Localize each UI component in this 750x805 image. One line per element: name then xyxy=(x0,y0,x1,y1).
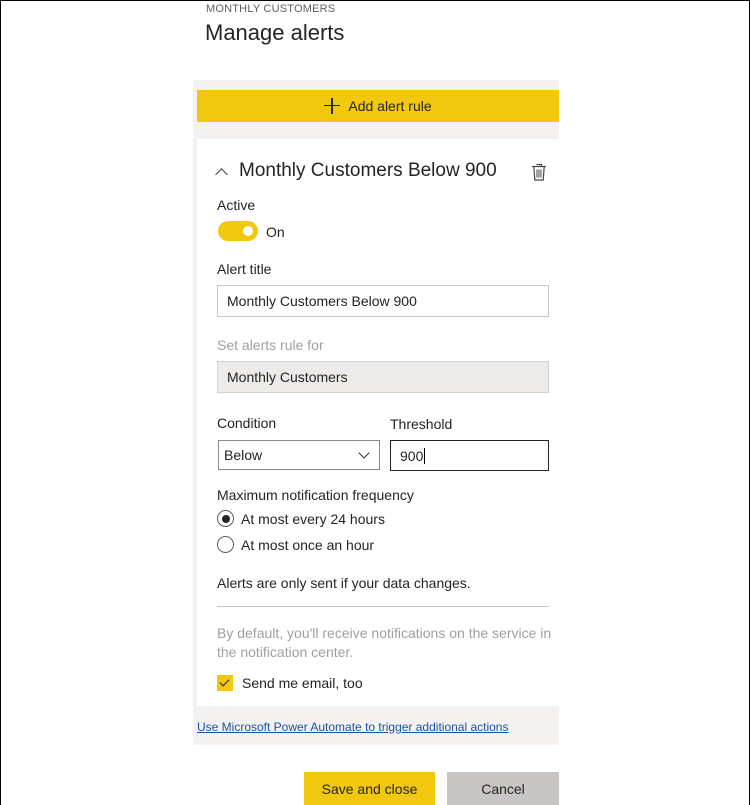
save-and-close-button[interactable]: Save and close xyxy=(304,772,435,805)
toggle-knob xyxy=(243,226,253,236)
alert-title-input[interactable]: Monthly Customers Below 900 xyxy=(217,285,549,317)
data-change-note: Alerts are only sent if your data change… xyxy=(217,575,471,591)
plus-icon xyxy=(324,98,341,114)
trash-icon[interactable] xyxy=(531,163,547,181)
divider xyxy=(217,606,549,607)
radio-checked-icon[interactable] xyxy=(217,510,234,527)
active-toggle[interactable] xyxy=(218,221,258,241)
frequency-option-label: At most once an hour xyxy=(241,536,375,553)
email-option[interactable]: Send me email, too xyxy=(217,675,363,691)
rule-header[interactable]: Monthly Customers Below 900 xyxy=(215,160,497,182)
add-alert-rule-label: Add alert rule xyxy=(348,98,432,114)
threshold-label: Threshold xyxy=(390,416,453,432)
condition-label: Condition xyxy=(217,415,277,431)
rule-for-field: Monthly Customers xyxy=(217,361,549,393)
chevron-down-icon xyxy=(358,447,370,459)
text-caret xyxy=(424,447,426,464)
rule-for-label: Set alerts rule for xyxy=(217,337,324,353)
alert-title-label: Alert title xyxy=(217,261,272,277)
checkbox-checked-icon[interactable] xyxy=(217,675,233,691)
chevron-up-icon[interactable] xyxy=(215,167,228,181)
frequency-label: Maximum notification frequency xyxy=(217,487,414,503)
power-automate-link[interactable]: Use Microsoft Power Automate to trigger … xyxy=(197,720,508,734)
rule-title: Monthly Customers Below 900 xyxy=(239,160,497,181)
page-eyebrow: MONTHLY CUSTOMERS xyxy=(206,3,336,15)
email-option-label: Send me email, too xyxy=(242,675,363,691)
default-notification-note: By default, you'll receive notifications… xyxy=(217,625,552,660)
page-title: Manage alerts xyxy=(205,20,345,45)
frequency-option-label: At most every 24 hours xyxy=(241,510,385,527)
condition-value: Below xyxy=(224,447,263,463)
threshold-input[interactable]: 900 xyxy=(390,440,549,471)
frequency-option-24h[interactable]: At most every 24 hours xyxy=(217,510,385,527)
cancel-button[interactable]: Cancel xyxy=(447,772,559,805)
threshold-value: 900 xyxy=(400,447,424,464)
add-alert-rule-button[interactable]: Add alert rule xyxy=(197,90,559,122)
condition-dropdown[interactable]: Below xyxy=(218,440,380,470)
active-label: Active xyxy=(217,197,256,213)
frequency-option-hourly[interactable]: At most once an hour xyxy=(217,536,374,553)
radio-unchecked-icon[interactable] xyxy=(217,536,234,553)
active-toggle-state: On xyxy=(266,224,285,240)
